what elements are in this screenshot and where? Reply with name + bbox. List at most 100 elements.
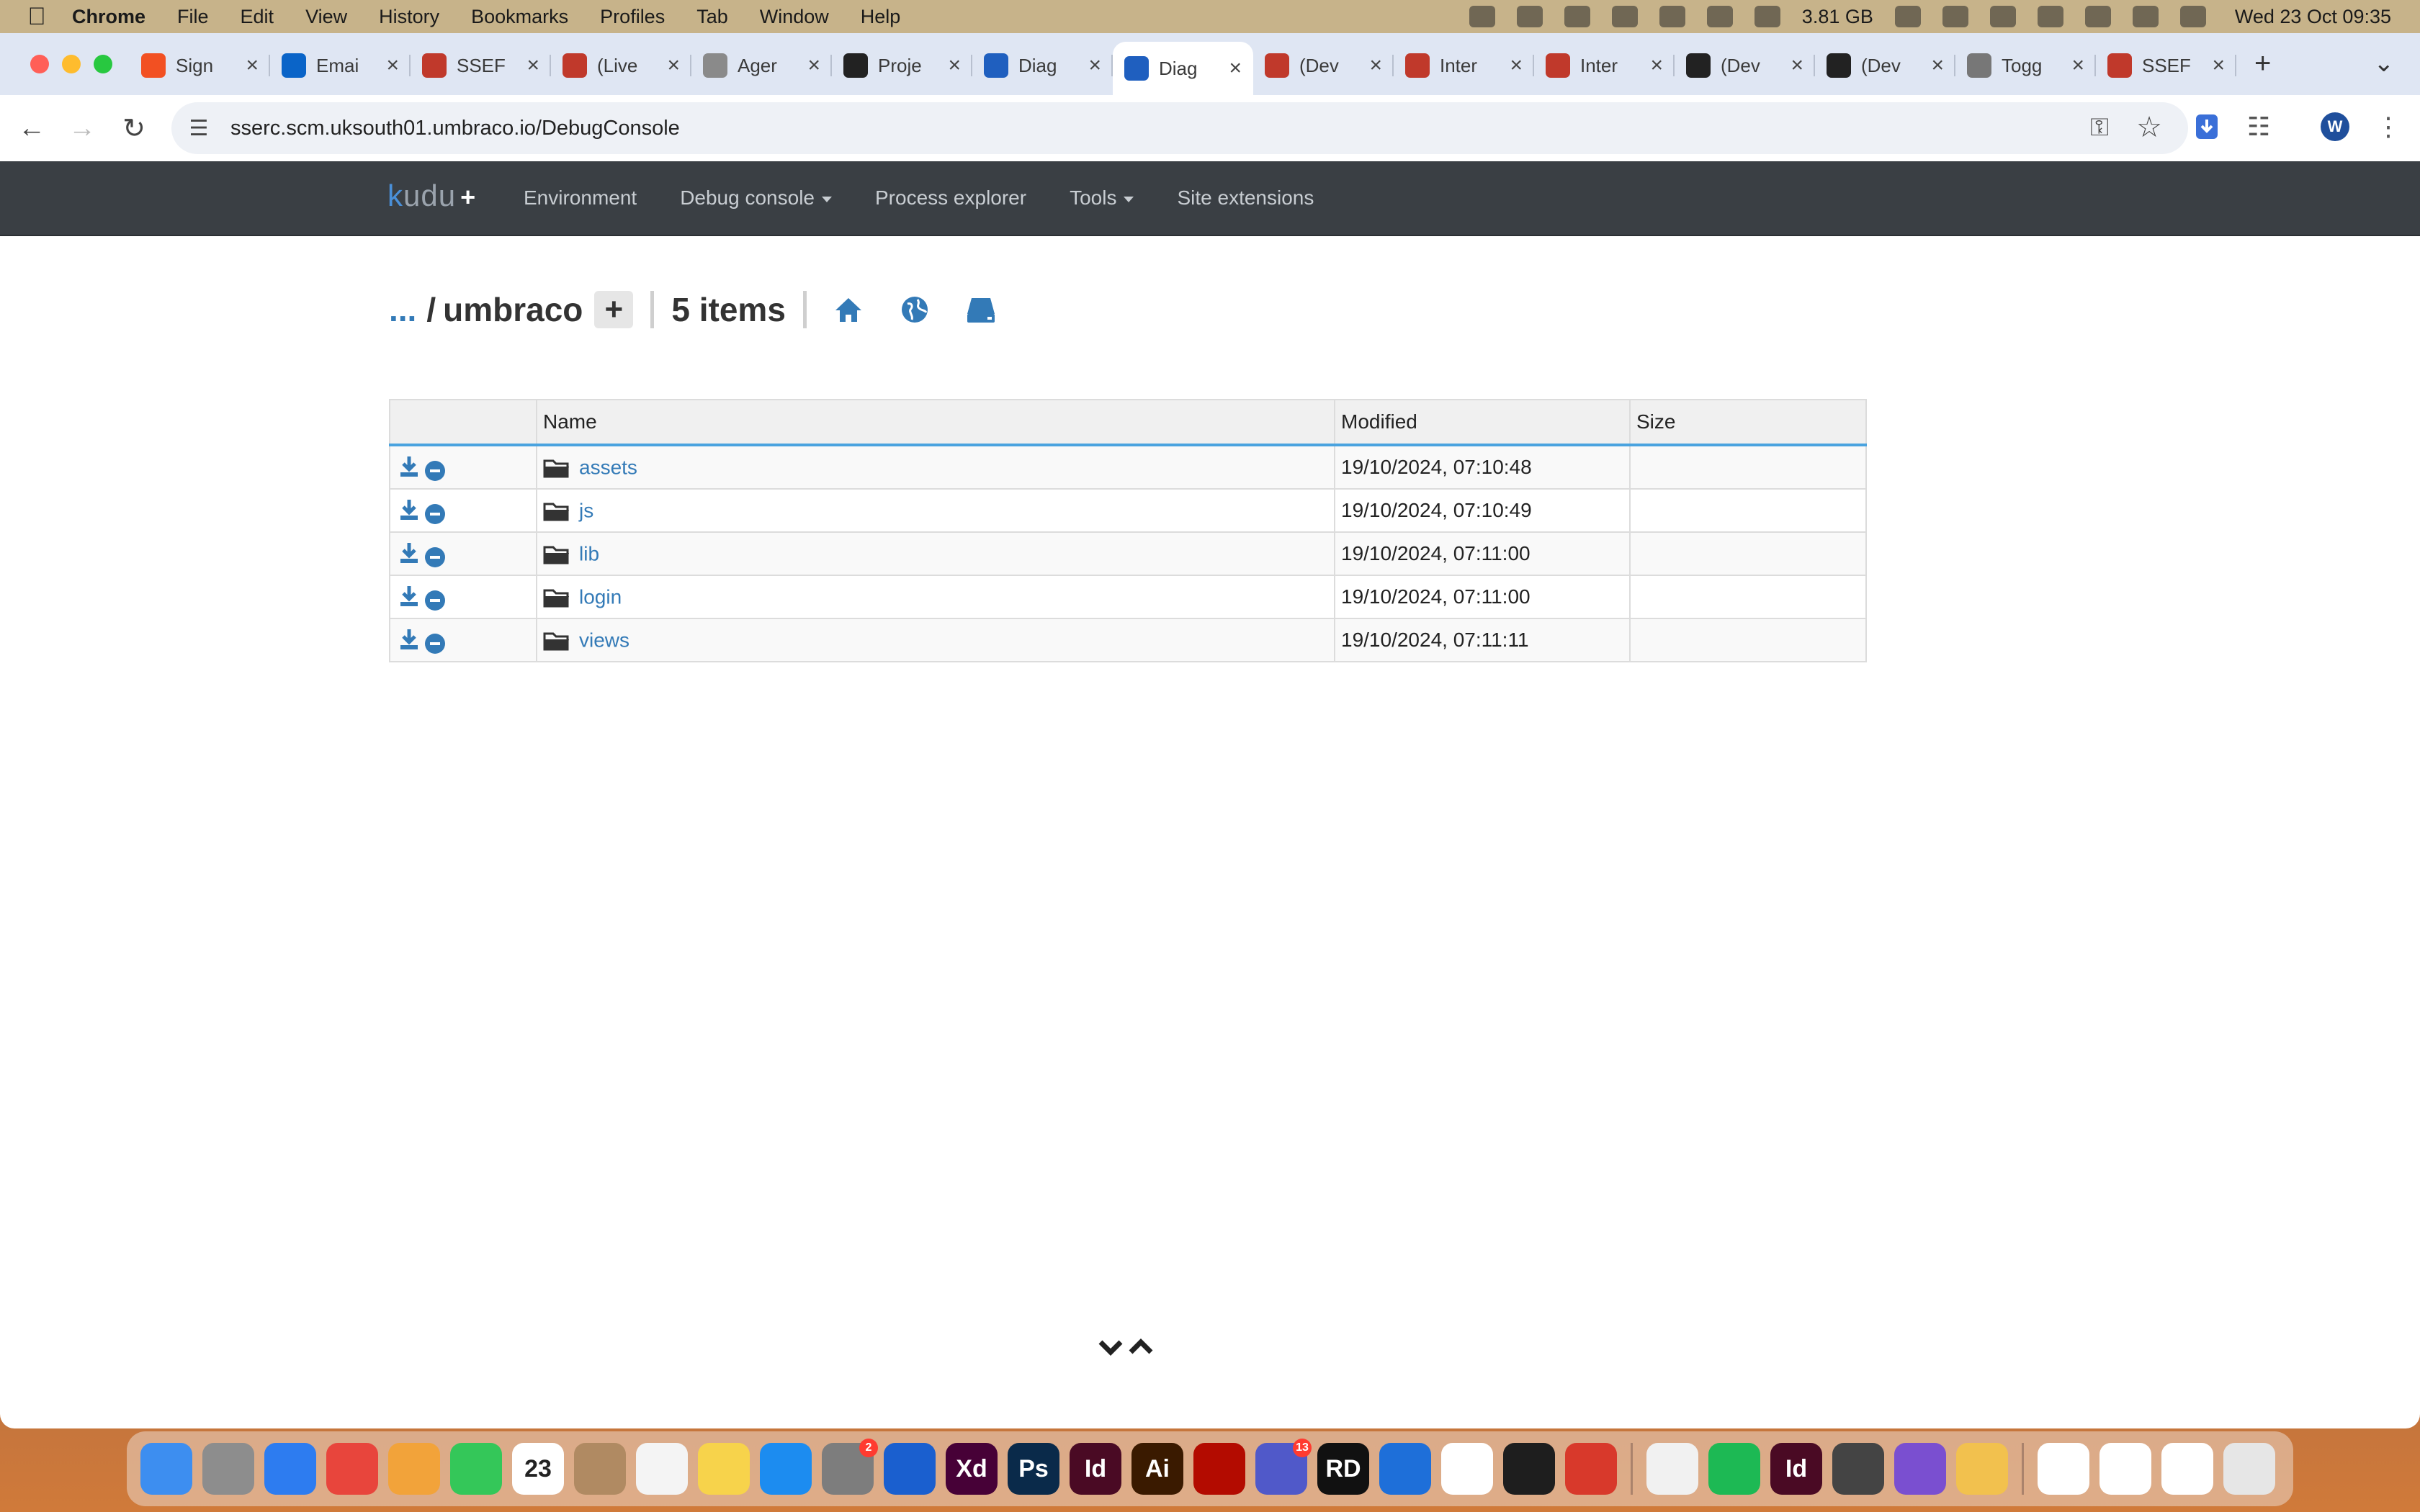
dock-maps-pin-icon[interactable]	[1379, 1443, 1431, 1495]
back-arrow-icon[interactable]: ←	[12, 108, 52, 148]
menu-window[interactable]: Window	[760, 6, 829, 28]
info-icon[interactable]	[1894, 6, 1921, 27]
browser-tab[interactable]: Sign ×	[130, 42, 270, 89]
extensions-puzzle-icon[interactable]: ☷	[2237, 105, 2280, 148]
close-window-icon[interactable]	[30, 55, 49, 73]
tab-close-icon[interactable]: ×	[2071, 53, 2084, 78]
drive-icon[interactable]	[964, 292, 998, 327]
console-resizer[interactable]	[1096, 1336, 1155, 1358]
minimize-window-icon[interactable]	[62, 55, 81, 73]
globe-icon[interactable]	[897, 292, 932, 327]
dock-reminders-icon[interactable]	[636, 1443, 688, 1495]
dock-safari-icon[interactable]	[264, 1443, 316, 1495]
tab-close-icon[interactable]: ×	[807, 53, 820, 78]
bookmark-star-icon[interactable]: ☆	[2136, 111, 2162, 144]
menu-bookmarks[interactable]: Bookmarks	[471, 6, 568, 28]
header-modified[interactable]: Modified	[1334, 399, 1631, 446]
menu-help[interactable]: Help	[861, 6, 901, 28]
dock-numbers-icon[interactable]	[2038, 1443, 2089, 1495]
add-item-button[interactable]: +	[594, 291, 634, 328]
tab-close-icon[interactable]: ×	[386, 53, 399, 78]
delete-icon[interactable]	[425, 633, 445, 654]
tab-close-icon[interactable]: ×	[2212, 53, 2225, 78]
dock-calendar-icon[interactable]: 23	[512, 1443, 564, 1495]
magnet-icon[interactable]	[1706, 6, 1733, 27]
menu-profiles[interactable]: Profiles	[600, 6, 665, 28]
menu-view[interactable]: View	[305, 6, 347, 28]
tab-close-icon[interactable]: ×	[1791, 53, 1803, 78]
download-icon[interactable]	[396, 541, 425, 564]
home-icon[interactable]	[831, 292, 866, 327]
reload-icon[interactable]: ↻	[114, 108, 154, 148]
chevron-down-icon[interactable]	[1096, 1336, 1125, 1358]
address-bar[interactable]: ☰ sserc.scm.uksouth01.umbraco.io/DebugCo…	[171, 102, 2188, 154]
nav-debug-console[interactable]: Debug console	[680, 186, 832, 210]
dock-figma-icon[interactable]	[1503, 1443, 1555, 1495]
apple-icon[interactable]: 	[26, 3, 48, 30]
folder-link[interactable]: lib	[579, 543, 599, 565]
delete-icon[interactable]	[425, 590, 445, 611]
folder-link[interactable]: login	[579, 586, 622, 608]
browser-tab[interactable]: (Dev ×	[1253, 42, 1394, 89]
forward-arrow-icon[interactable]: →	[62, 108, 102, 148]
nav-environment[interactable]: Environment	[524, 186, 637, 210]
dock-rider-icon[interactable]: RD	[1317, 1443, 1369, 1495]
browser-tab[interactable]: SSEF ×	[2096, 42, 2236, 89]
dock-trash-icon[interactable]	[2223, 1443, 2275, 1495]
dock-folder-icon[interactable]	[1956, 1443, 2008, 1495]
address-url[interactable]: sserc.scm.uksouth01.umbraco.io/DebugCons…	[230, 117, 680, 140]
tab-close-icon[interactable]: ×	[1369, 53, 1382, 78]
dock-indesign-icon[interactable]: Id	[1070, 1443, 1121, 1495]
download-icon[interactable]	[396, 455, 425, 478]
dock-visual-studio-icon[interactable]	[1894, 1443, 1946, 1495]
tab-search-chevron-icon[interactable]: ⌄	[2374, 49, 2395, 78]
tab-close-icon[interactable]: ×	[246, 53, 259, 78]
battery-icon[interactable]	[1989, 6, 2016, 27]
dock-launchpad-icon[interactable]	[202, 1443, 254, 1495]
dock-app-grid-icon[interactable]	[1832, 1443, 1884, 1495]
tab-close-icon[interactable]: ×	[1650, 53, 1663, 78]
display-icon[interactable]	[1942, 6, 1968, 27]
delete-icon[interactable]	[425, 503, 445, 524]
menu-edit[interactable]: Edit	[241, 6, 274, 28]
dock-photoshop-icon[interactable]: Ps	[1008, 1443, 1059, 1495]
browser-tab[interactable]: (Live ×	[551, 42, 691, 89]
header-name[interactable]: Name	[536, 399, 1335, 446]
browser-tab[interactable]: Proje ×	[832, 42, 972, 89]
dock-acrobat-icon[interactable]	[1193, 1443, 1245, 1495]
dock-teams-icon[interactable]: 13	[1255, 1439, 1312, 1495]
site-info-icon[interactable]: ☰	[184, 116, 213, 141]
tab-close-icon[interactable]: ×	[1229, 56, 1242, 81]
profile-avatar[interactable]: W	[2313, 105, 2357, 148]
menubar-clock[interactable]: Wed 23 Oct 09:35	[2235, 6, 2391, 28]
tab-close-icon[interactable]: ×	[1088, 53, 1101, 78]
breadcrumb-parent-link[interactable]: ...	[389, 290, 416, 329]
chevron-up-icon[interactable]	[1126, 1336, 1155, 1358]
memory-readout[interactable]: 3.81 GB	[1802, 6, 1873, 28]
nav-site-extensions[interactable]: Site extensions	[1177, 186, 1314, 210]
browser-tab[interactable]: Inter ×	[1534, 42, 1675, 89]
dock-illustrator-icon[interactable]: Ai	[1131, 1443, 1183, 1495]
bitwarden-icon[interactable]	[1611, 6, 1638, 27]
tab-close-icon[interactable]: ×	[1510, 53, 1523, 78]
new-tab-icon[interactable]: +	[2254, 48, 2271, 80]
cloud-icon[interactable]	[1469, 6, 1495, 27]
dock-remote-desktop-icon[interactable]	[1565, 1443, 1617, 1495]
header-size[interactable]: Size	[1629, 399, 1867, 446]
menu-tab[interactable]: Tab	[696, 6, 728, 28]
dock-notes-icon[interactable]	[698, 1443, 750, 1495]
dock-facetime-icon[interactable]	[450, 1443, 502, 1495]
browser-tab[interactable]: Ager ×	[691, 42, 832, 89]
folder-link[interactable]: js	[579, 500, 593, 522]
browser-tab[interactable]: (Dev ×	[1815, 42, 1955, 89]
tools-icon[interactable]	[1754, 6, 1780, 27]
download-icon[interactable]	[2185, 105, 2228, 148]
browser-tab[interactable]: Diag ×	[972, 42, 1113, 89]
menu-history[interactable]: History	[379, 6, 439, 28]
delete-icon[interactable]	[425, 546, 445, 567]
download-icon[interactable]	[396, 585, 425, 608]
tab-close-icon[interactable]: ×	[948, 53, 961, 78]
browser-tab[interactable]: Diag ×	[1113, 42, 1253, 95]
browser-tab[interactable]: Togg ×	[1955, 42, 2096, 89]
folder-link[interactable]: assets	[579, 456, 637, 479]
